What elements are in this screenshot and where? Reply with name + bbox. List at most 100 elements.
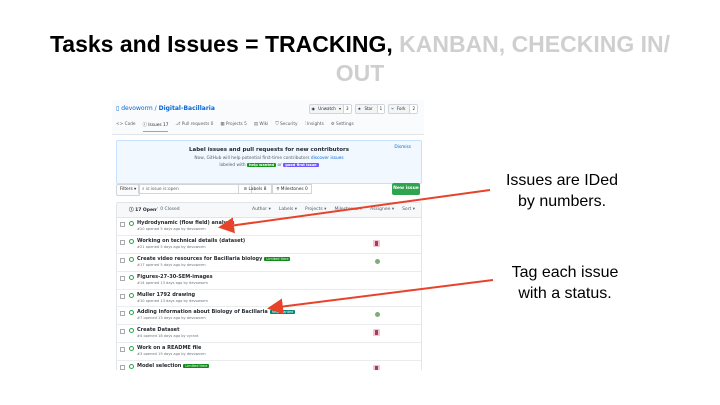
star-button[interactable]: ★ Star 1 — [354, 104, 386, 114]
issue-meta: #14 opened 13 days ago by devoworm — [137, 280, 208, 285]
discover-issues-link[interactable]: discover issues — [311, 156, 344, 161]
issue-title-link[interactable]: Adding information about Biology of Baci… — [137, 309, 296, 315]
issue-row[interactable]: Create Dataset #4 opened 18 days ago by v… — [117, 325, 421, 344]
slide-title-main: Tasks and Issues = TRACKING, — [49, 31, 393, 57]
issue-checkbox[interactable] — [120, 365, 125, 370]
fork-icon: ⑂ Fork — [391, 106, 406, 111]
issue-title-link[interactable]: Create Dataset — [137, 327, 179, 333]
annotation-status: Tag each issue with a status. — [511, 264, 619, 302]
issue-row[interactable]: Model selectionLimited time#1 opened 19 … — [117, 361, 421, 370]
issue-open-icon — [129, 256, 134, 262]
issue-checkbox[interactable] — [120, 347, 125, 353]
issue-checkbox[interactable] — [120, 257, 125, 263]
issue-open-icon — [129, 328, 134, 334]
closed-issues-toggle[interactable]: ✓ 0 Closed — [155, 207, 180, 212]
issue-row[interactable]: Adding information about Biology of Baci… — [117, 307, 421, 326]
repo-icon: ▯ — [116, 105, 120, 112]
contributors-banner: Dismiss Label issues and pull requests f… — [116, 140, 422, 184]
assignee-filter[interactable]: Assignee ▾ — [370, 207, 394, 212]
issue-status-label[interactable]: Limited time — [264, 256, 291, 261]
issue-checkbox[interactable] — [120, 275, 125, 281]
labels-filter[interactable]: Labels ▾ — [279, 207, 297, 212]
assignee-avatar[interactable] — [373, 329, 380, 337]
author-filter[interactable]: Author ▾ — [252, 207, 271, 212]
issue-checkbox[interactable] — [120, 329, 125, 335]
issue-meta: #7 opened 13 days ago by devoworm — [137, 316, 206, 321]
slide-title: Tasks and Issues = TRACKING, KANBAN, CHE… — [0, 30, 720, 88]
milestones-filter[interactable]: Milestones ▾ — [334, 207, 362, 212]
issue-open-icon: ⓘ — [129, 208, 134, 213]
issue-checkbox[interactable] — [120, 311, 125, 317]
assignee-avatar[interactable] — [375, 258, 380, 264]
tab-pull-requests[interactable]: ⎇ Pull requests 0 — [175, 122, 213, 132]
issue-row[interactable]: Figures-27-30-SEM-images #14 opened 13 da… — [117, 272, 421, 290]
issue-title-link[interactable]: Muller 1792 drawing — [137, 292, 195, 298]
issue-checkbox[interactable] — [120, 222, 125, 227]
new-issue-button[interactable]: New issue — [392, 183, 420, 195]
tab-code[interactable]: <> Code — [116, 122, 136, 132]
issue-title-link[interactable]: Model selection Limited time — [137, 363, 210, 369]
labels-button[interactable]: ⊘ Labels 8 — [238, 184, 272, 194]
issue-row[interactable]: Work on a README file #3 opened 19 days a… — [117, 343, 421, 362]
issue-meta: #20 opened 5 days ago by devoworm — [137, 227, 206, 231]
issues-list: ⓘ 17 Open ✓ 0 Closed Author ▾ Labels ▾ P… — [116, 202, 422, 370]
repo-name-link[interactable]: Digital-Bacillaria — [159, 105, 215, 112]
issues-list-header: ⓘ 17 Open ✓ 0 Closed Author ▾ Labels ▾ P… — [117, 203, 421, 218]
issue-title-link[interactable]: Figures-27-30-SEM-images — [137, 274, 213, 280]
repo-owner-link[interactable]: devoworm — [121, 105, 153, 112]
assignee-avatar[interactable] — [373, 239, 380, 247]
sort-dropdown[interactable]: Sort ▾ — [402, 207, 415, 212]
issue-open-icon — [129, 310, 134, 316]
github-issues-screenshot: ▯ devoworm / Digital-Bacillaria ◉ Unwatc… — [112, 100, 424, 370]
filters-dropdown[interactable]: Filters ▾ — [116, 184, 140, 196]
issue-row[interactable]: Hydrodynamic (flow field) analysis #20 op… — [117, 218, 421, 236]
tab-settings[interactable]: ⚙ Settings — [331, 122, 354, 132]
slide-title-dim: KANBAN, CHECKING IN/ — [399, 31, 671, 57]
tab-projects[interactable]: ▦ Projects 5 — [220, 122, 246, 132]
issue-row[interactable]: Working on technical details (dataset) #2… — [117, 236, 421, 254]
assignee-avatar[interactable] — [373, 365, 380, 370]
issue-search-input[interactable]: ⌕ is:issue is:open — [138, 184, 252, 194]
repo-breadcrumb: ▯ devoworm / Digital-Bacillaria — [116, 105, 215, 112]
issue-checkbox[interactable] — [120, 239, 125, 245]
banner-title: Label issues and pull requests for new c… — [189, 147, 349, 153]
issue-rows: Hydrodynamic (flow field) analysis #20 op… — [117, 218, 421, 370]
issue-open-icon — [129, 221, 134, 226]
projects-filter[interactable]: Projects ▾ — [305, 207, 326, 212]
issue-meta: #21 opened 5 days ago by devoworm — [137, 244, 206, 249]
tab-issues[interactable]: ⓘ Issues 17 — [142, 122, 169, 132]
repo-tabs: <> Code ⓘ Issues 17 ⎇ Pull requests 0 ▦ … — [116, 122, 354, 132]
issue-title-link[interactable]: Hydrodynamic (flow field) analysis — [137, 220, 234, 226]
issue-title-link[interactable]: Working on technical details (dataset) — [137, 238, 245, 244]
banner-labels-text: labeled with help wanted or good first i… — [219, 163, 319, 168]
watch-button[interactable]: ◉ Unwatch ▾ 3 — [308, 104, 352, 114]
issue-row[interactable]: Create video resources for Bacillaria bi… — [117, 254, 421, 272]
banner-text: Now, GitHub will help potential first-ti… — [194, 156, 344, 161]
tab-insights[interactable]: ⫶ Insights — [305, 122, 324, 132]
assignee-avatar[interactable] — [375, 312, 380, 318]
issue-meta: #10 opened 13 days ago by devoworm — [137, 298, 208, 303]
issue-open-icon — [129, 292, 134, 298]
eye-icon: ◉ Unwatch ▾ — [311, 106, 342, 111]
open-issues-toggle[interactable]: ⓘ 17 Open — [129, 207, 156, 213]
fork-button[interactable]: ⑂ Fork 2 — [388, 104, 418, 114]
annotation-ids: Issues are IDed by numbers. — [505, 172, 619, 210]
issue-open-icon — [129, 364, 134, 370]
issue-title-link[interactable]: Create video resources for Bacillaria bi… — [137, 256, 291, 262]
repo-header: ▯ devoworm / Digital-Bacillaria ◉ Unwatc… — [112, 100, 424, 135]
issue-title-link[interactable]: Work on a README file — [137, 345, 201, 351]
tab-wiki[interactable]: ▤ Wiki — [254, 122, 268, 132]
issue-row[interactable]: Muller 1792 drawing #10 opened 13 days ag… — [117, 290, 421, 308]
tab-security[interactable]: ⛉ Security — [275, 122, 297, 132]
slide-title-dim-2: OUT — [335, 60, 385, 86]
issue-meta: #3 opened 19 days ago by devoworm — [137, 352, 206, 357]
issue-status-label[interactable]: Limited time — [183, 364, 210, 369]
sort-filters: Author ▾ Labels ▾ Projects ▾ Milestones … — [252, 207, 415, 212]
issue-meta: #4 opened 18 days ago by vyrant — [137, 334, 199, 339]
issue-status-label[interactable]: help wanted — [269, 310, 296, 315]
issue-checkbox[interactable] — [120, 293, 125, 299]
star-icon: ★ Star — [357, 106, 373, 111]
issue-meta: #17 opened 5 days ago by devoworm — [137, 262, 206, 267]
issue-open-icon — [129, 346, 134, 352]
milestones-button[interactable]: ⚲ Milestones 0 — [272, 184, 312, 194]
